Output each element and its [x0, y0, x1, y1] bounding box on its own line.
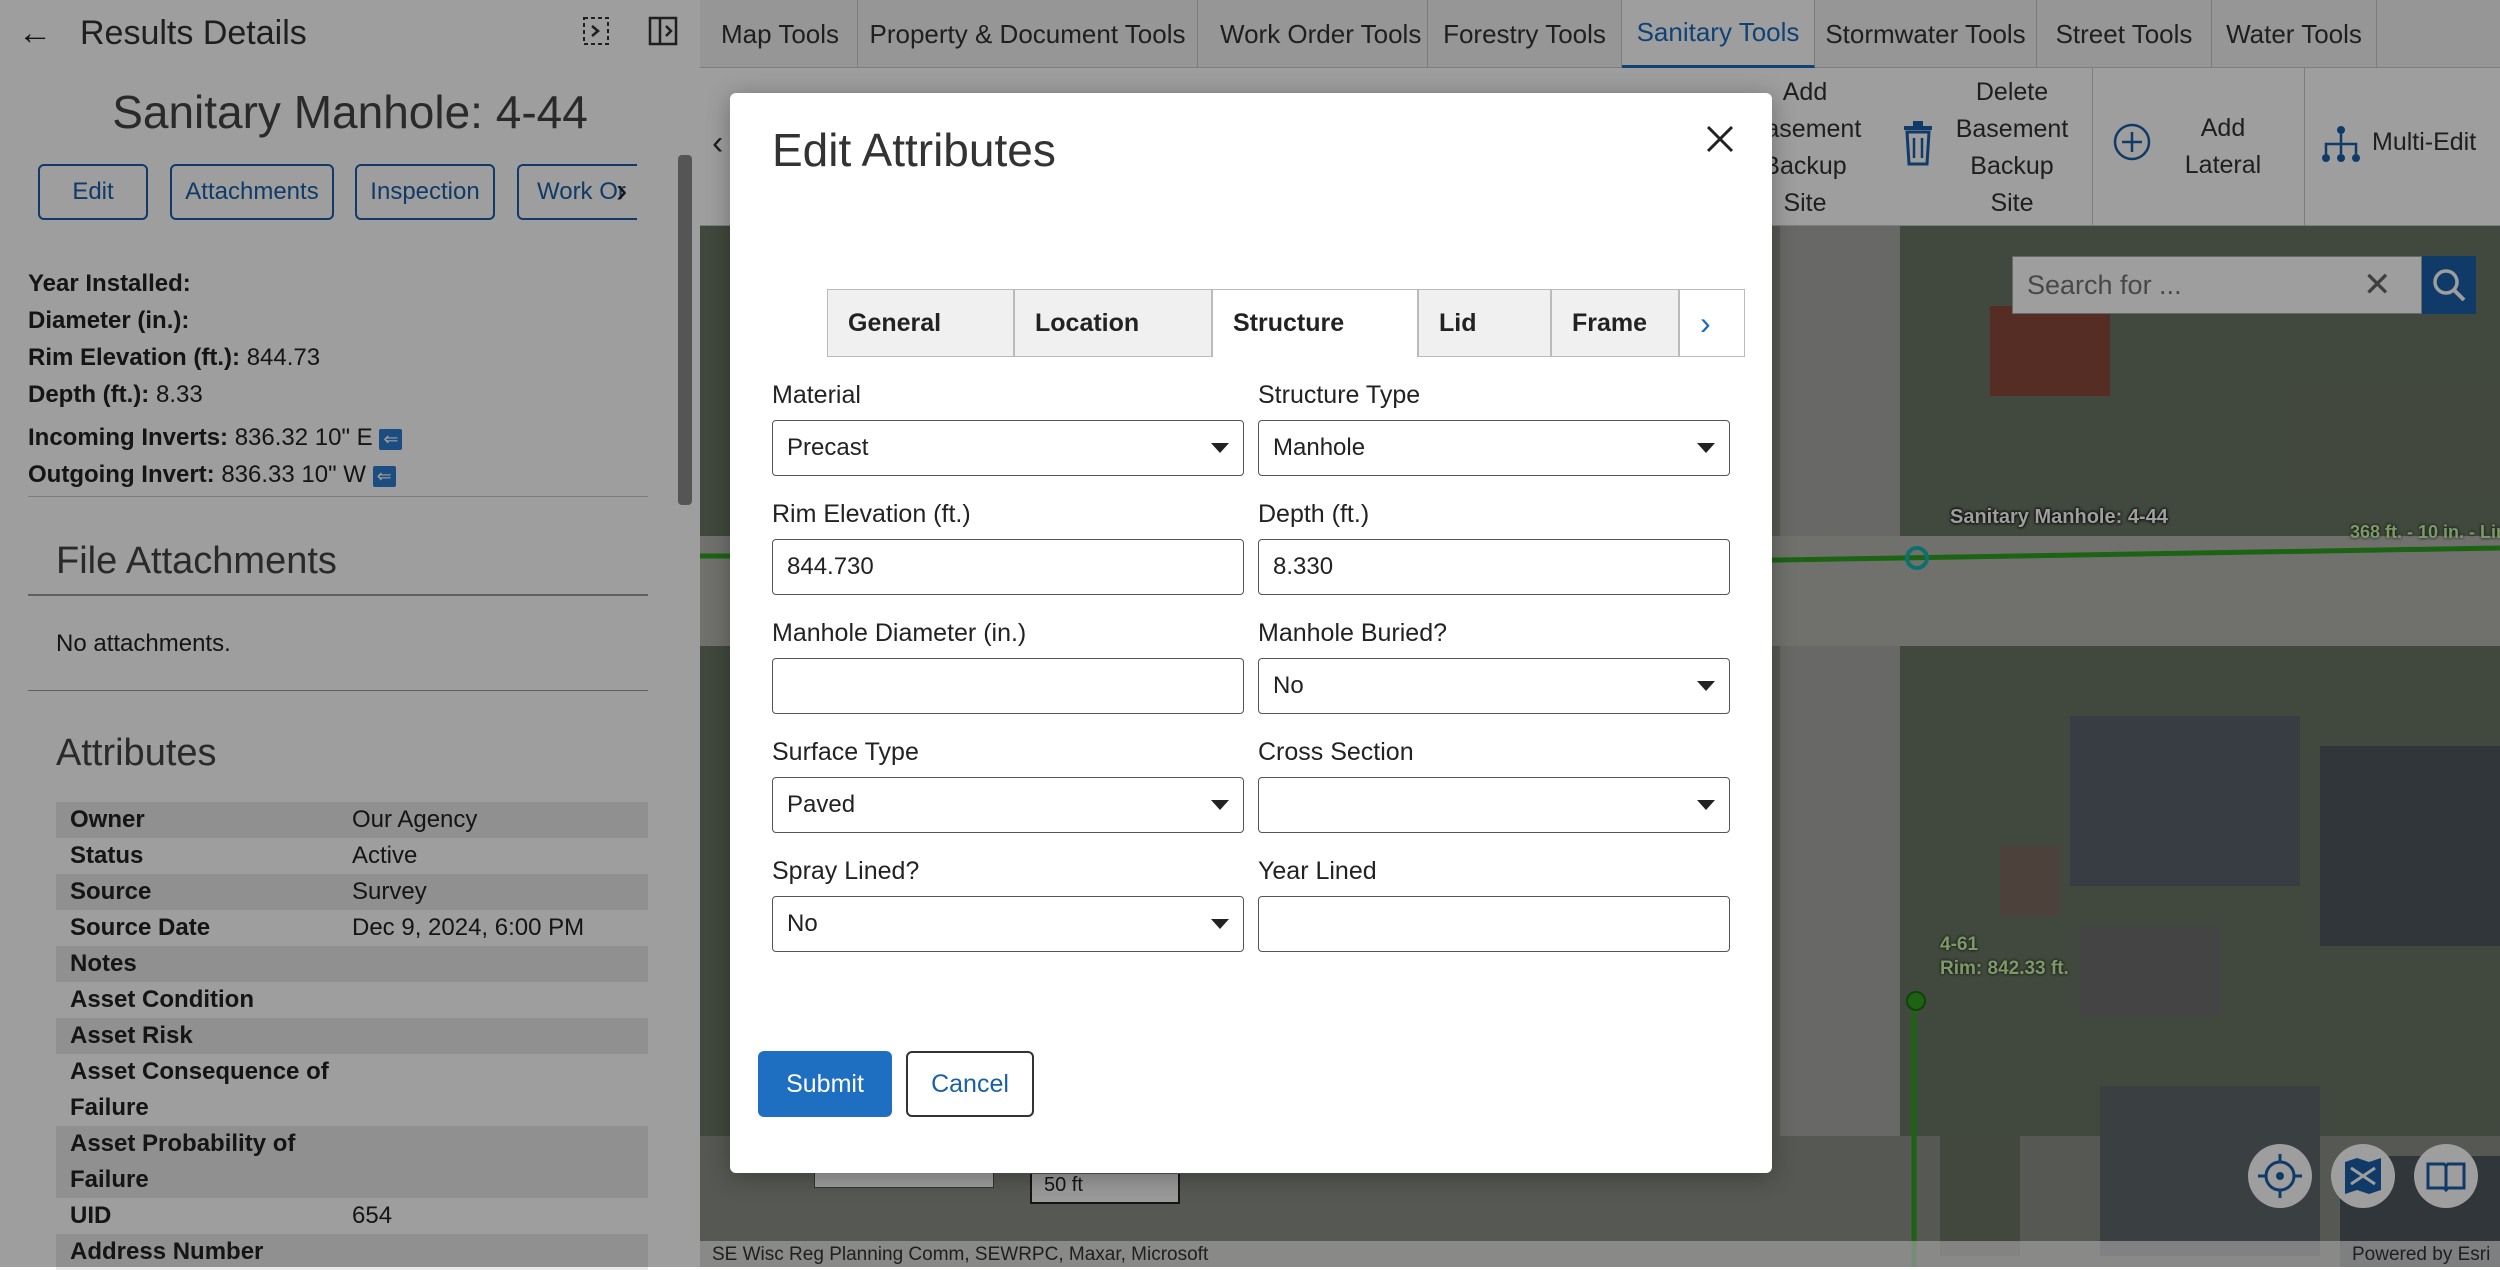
cross-section-label: Cross Section [1258, 738, 1414, 766]
tab-frame[interactable]: Frame [1551, 289, 1679, 357]
close-icon[interactable] [1700, 119, 1740, 159]
material-select[interactable]: Precast [772, 420, 1244, 476]
cancel-button[interactable]: Cancel [906, 1051, 1034, 1117]
year-lined-input[interactable] [1258, 896, 1730, 952]
chevron-down-icon [1211, 800, 1229, 810]
structure-type-select[interactable]: Manhole [1258, 420, 1730, 476]
manhole-diameter-input[interactable] [772, 658, 1244, 714]
manhole-buried-label: Manhole Buried? [1258, 619, 1448, 647]
spray-lined-select[interactable]: No [772, 896, 1244, 952]
depth-label: Depth (ft.) [1258, 500, 1370, 528]
tab-lid[interactable]: Lid [1418, 289, 1551, 357]
cross-section-select[interactable] [1258, 777, 1730, 833]
rim-elevation-label: Rim Elevation (ft.) [772, 500, 971, 528]
year-lined-label: Year Lined [1258, 857, 1377, 885]
chevron-down-icon [1211, 919, 1229, 929]
chevron-down-icon [1697, 800, 1715, 810]
chevron-down-icon [1697, 443, 1715, 453]
tabs-next-chevron-icon[interactable]: › [1679, 289, 1745, 357]
material-label: Material [772, 381, 861, 409]
surface-type-select[interactable]: Paved [772, 777, 1244, 833]
edit-attributes-dialog: Edit Attributes General Location Structu… [730, 93, 1772, 1173]
tab-structure[interactable]: Structure [1212, 289, 1418, 357]
tab-general[interactable]: General [827, 289, 1014, 357]
tab-location[interactable]: Location [1014, 289, 1212, 357]
depth-input[interactable]: 8.330 [1258, 539, 1730, 595]
surface-type-label: Surface Type [772, 738, 919, 766]
manhole-diameter-label: Manhole Diameter (in.) [772, 619, 1027, 647]
submit-button[interactable]: Submit [758, 1051, 892, 1117]
chevron-down-icon [1211, 443, 1229, 453]
manhole-buried-select[interactable]: No [1258, 658, 1730, 714]
rim-elevation-input[interactable]: 844.730 [772, 539, 1244, 595]
chevron-down-icon [1697, 681, 1715, 691]
dialog-title: Edit Attributes [772, 124, 1056, 176]
structure-type-label: Structure Type [1258, 381, 1421, 409]
spray-lined-label: Spray Lined? [772, 857, 920, 885]
